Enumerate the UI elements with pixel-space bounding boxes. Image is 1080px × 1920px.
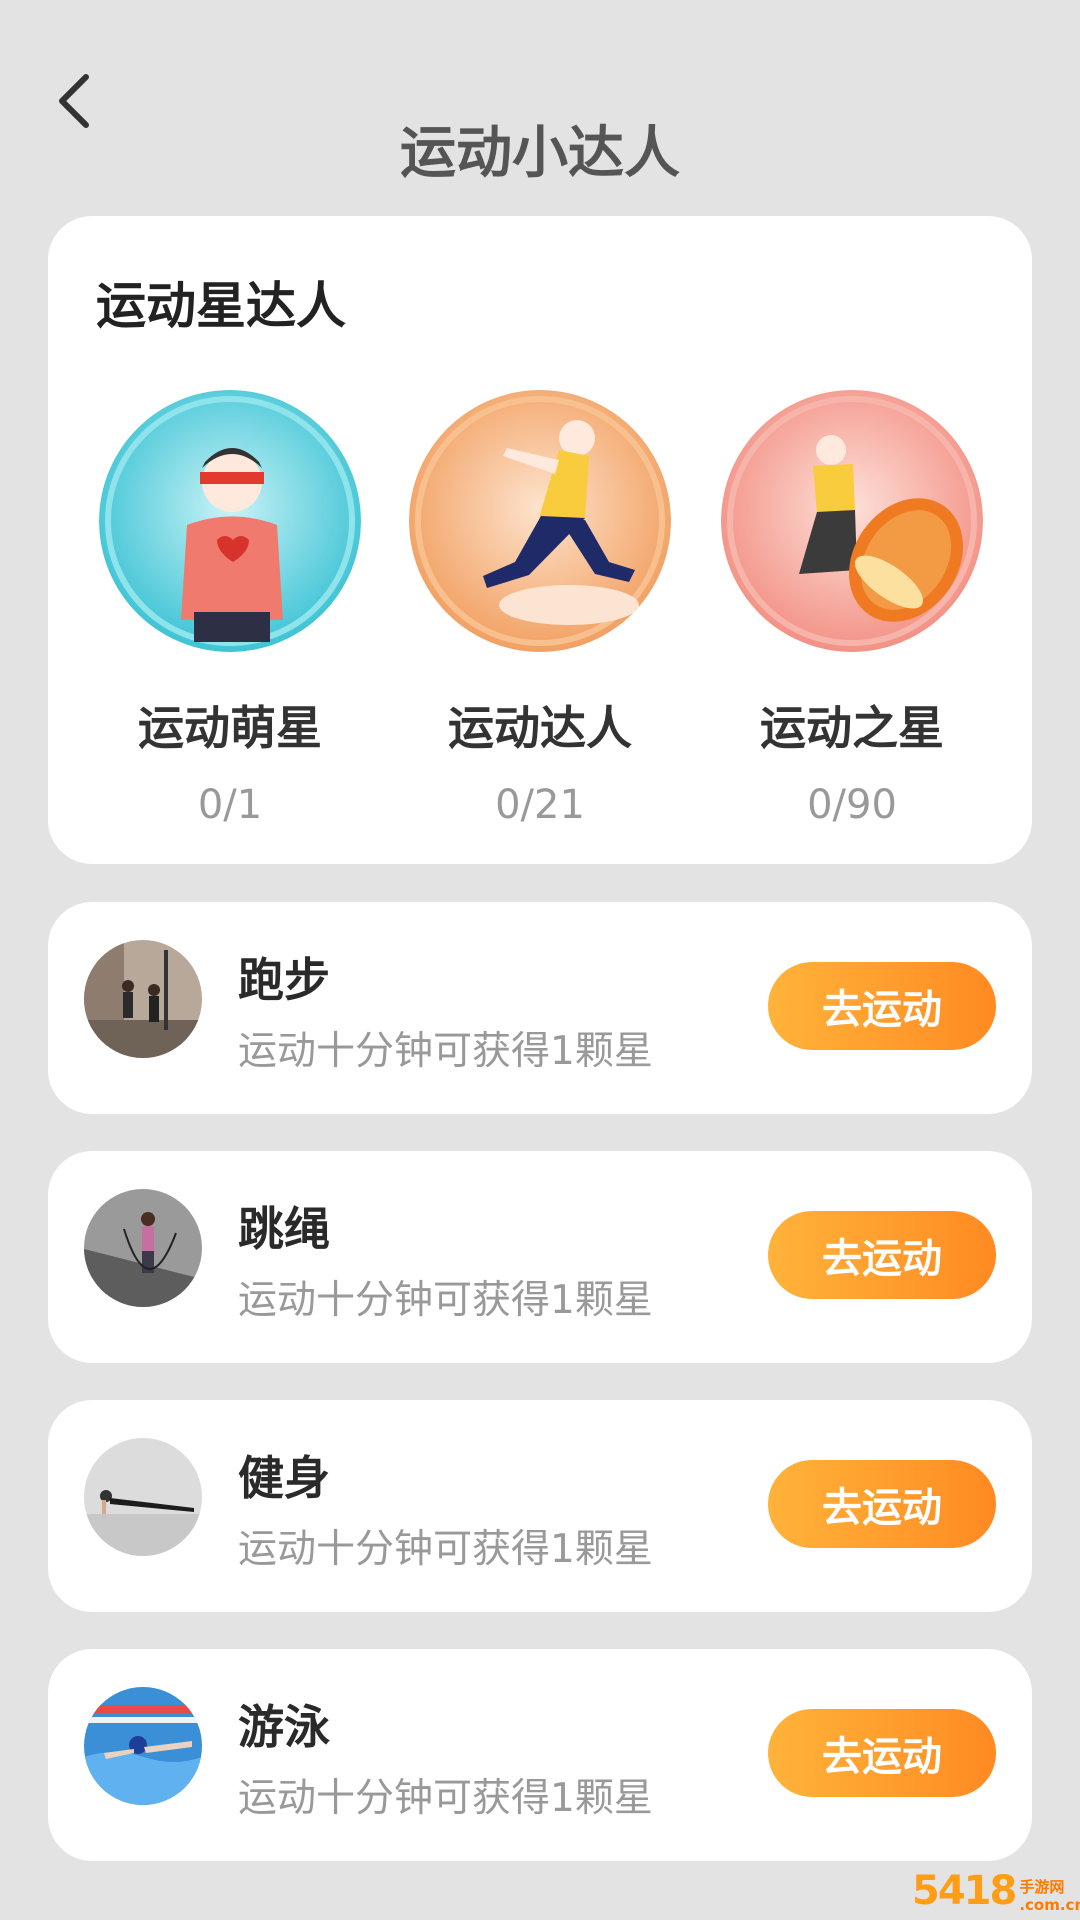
badge-sport-star[interactable]: 运动之星 0/90 [721, 390, 983, 828]
badge-progress: 0/1 [197, 782, 263, 828]
badge-image [409, 390, 671, 652]
sport-name: 跑步 [238, 953, 330, 1007]
sport-card-fitness: 健身 运动十分钟可获得1颗星 去运动 [48, 1400, 1032, 1612]
swimming-photo [84, 1687, 202, 1805]
badge-progress: 0/21 [495, 782, 585, 828]
badge-sport-expert[interactable]: 运动达人 0/21 [409, 390, 671, 828]
running-photo [84, 940, 202, 1058]
badge-progress: 0/90 [807, 782, 897, 828]
watermark-line1: 手游网 [1019, 1878, 1065, 1896]
badge-image [721, 390, 983, 652]
sport-description: 运动十分钟可获得1颗星 [238, 1029, 653, 1074]
page-title: 运动小达人 [400, 121, 680, 186]
go-exercise-button[interactable]: 去运动 [768, 1460, 996, 1548]
badge-image [99, 390, 361, 652]
go-exercise-button[interactable]: 去运动 [768, 962, 996, 1050]
sport-card-swimming: 游泳 运动十分钟可获得1颗星 去运动 [48, 1649, 1032, 1861]
badge-name: 运动达人 [448, 701, 632, 755]
watermark-line2: .com.cn [1019, 1896, 1080, 1914]
achievement-heading: 运动星达人 [96, 277, 346, 335]
site-watermark: 5418 手游网 .com.cn [912, 1862, 1080, 1914]
sport-card-running: 跑步 运动十分钟可获得1颗星 去运动 [48, 902, 1032, 1114]
sport-name: 跳绳 [238, 1202, 330, 1256]
badge-name: 运动之星 [760, 701, 944, 755]
go-exercise-button[interactable]: 去运动 [768, 1709, 996, 1797]
watermark-digits: 5418 [912, 1868, 1017, 1914]
sport-description: 运动十分钟可获得1颗星 [238, 1776, 653, 1821]
achievement-card: 运动星达人 运动萌星 0/1 运动达人 0/21 运动之星 0/90 [48, 216, 1032, 864]
sport-name: 健身 [238, 1451, 330, 1505]
badge-sport-sprout[interactable]: 运动萌星 0/1 [99, 390, 361, 828]
jump-rope-photo [84, 1189, 202, 1307]
badge-name: 运动萌星 [138, 701, 322, 755]
sport-description: 运动十分钟可获得1颗星 [238, 1527, 653, 1572]
go-exercise-button[interactable]: 去运动 [768, 1211, 996, 1299]
sport-description: 运动十分钟可获得1颗星 [238, 1278, 653, 1323]
sport-card-jump-rope: 跳绳 运动十分钟可获得1颗星 去运动 [48, 1151, 1032, 1363]
fitness-photo [84, 1438, 202, 1556]
sport-name: 游泳 [238, 1700, 330, 1754]
